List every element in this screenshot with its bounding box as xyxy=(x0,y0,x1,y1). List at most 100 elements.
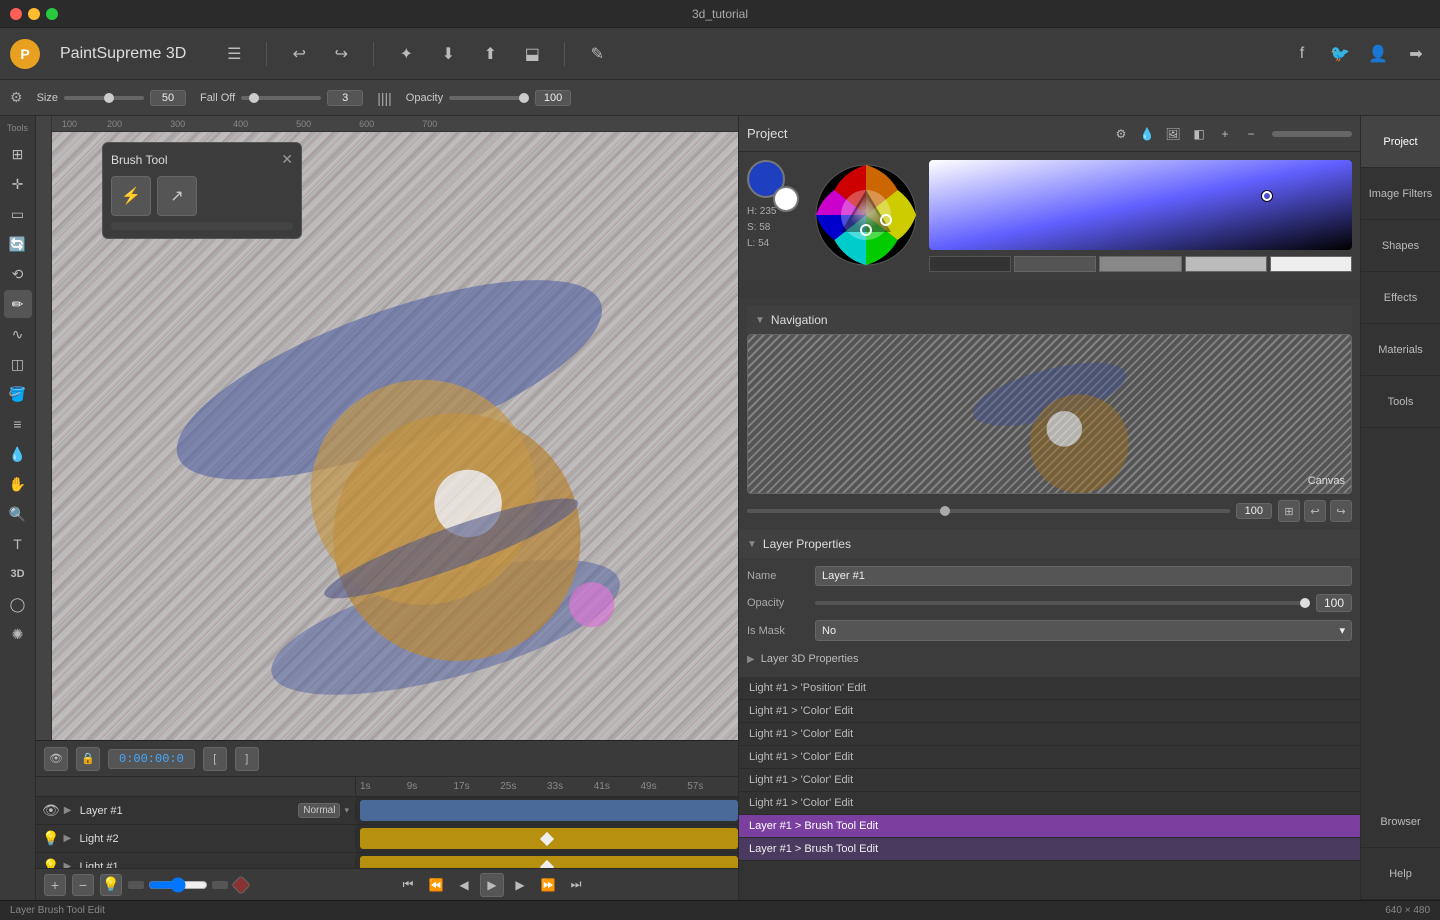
tab-materials[interactable]: Materials xyxy=(1361,324,1440,376)
layer-3d-row[interactable]: ▶ Layer 3D Properties xyxy=(747,649,1352,669)
pan-tool[interactable]: ✋ xyxy=(4,470,32,498)
tab-tools[interactable]: Tools xyxy=(1361,376,1440,428)
lightness-bar[interactable] xyxy=(929,160,1352,250)
nav-preview[interactable]: Canvas xyxy=(747,334,1352,494)
timecode-display[interactable]: 0:00:00:0 xyxy=(108,749,195,769)
history-item-4[interactable]: Light #1 > 'Color' Edit xyxy=(739,746,1360,769)
step-forward-button[interactable]: ⏩ xyxy=(536,873,560,897)
easing-slider[interactable] xyxy=(148,877,208,893)
transform-button[interactable]: ✦ xyxy=(392,40,420,68)
move-tool[interactable]: ✛ xyxy=(4,170,32,198)
lock-toggle[interactable]: 🔒 xyxy=(76,747,100,771)
layer-2-expand[interactable]: ▶ xyxy=(63,833,75,844)
swatch-lighter[interactable] xyxy=(1185,256,1267,272)
color-wheel[interactable] xyxy=(811,160,921,270)
swatch-light[interactable] xyxy=(1099,256,1181,272)
layer-2-track[interactable] xyxy=(356,825,738,852)
history-item-8[interactable]: Layer #1 > Brush Tool Edit xyxy=(739,838,1360,861)
tab-effects[interactable]: Effects xyxy=(1361,272,1440,324)
tab-project[interactable]: Project xyxy=(1361,116,1440,168)
swatch-mid[interactable] xyxy=(1014,256,1096,272)
history-item-3[interactable]: Light #1 > 'Color' Edit xyxy=(739,723,1360,746)
swatch-dark[interactable] xyxy=(929,256,1011,272)
brush-mode-btn-2[interactable]: ↗ xyxy=(157,176,197,216)
resize-button[interactable]: ⬓ xyxy=(518,40,546,68)
visibility-toggle[interactable]: 👁 xyxy=(44,747,68,771)
nav-redo-btn[interactable]: ↪ xyxy=(1330,500,1352,522)
history-item-6[interactable]: Light #1 > 'Color' Edit xyxy=(739,792,1360,815)
is-mask-select[interactable]: No ▾ xyxy=(815,620,1352,641)
go-to-start-button[interactable]: ⏮ xyxy=(396,873,420,897)
minimize-button[interactable] xyxy=(28,8,40,20)
fill-tool[interactable]: 🪣 xyxy=(4,380,32,408)
remove-layer-button[interactable]: − xyxy=(72,874,94,896)
nav-zoom-slider[interactable] xyxy=(747,509,1230,513)
undo-button[interactable]: ↩ xyxy=(285,40,313,68)
add-light-button[interactable]: 💡 xyxy=(100,874,122,896)
eyedropper-tool[interactable]: 💧 xyxy=(4,440,32,468)
popup-close-button[interactable]: ✕ xyxy=(281,151,293,168)
layer-3-vis[interactable]: 💡 xyxy=(42,858,59,868)
next-frame-button[interactable]: ▶ xyxy=(508,873,532,897)
layer-1-expand[interactable]: ▶ xyxy=(64,805,76,816)
history-item-2[interactable]: Light #1 > 'Color' Edit xyxy=(739,700,1360,723)
brush-tool[interactable]: ✏ xyxy=(4,290,32,318)
size-slider[interactable] xyxy=(64,96,144,100)
select-tool[interactable]: ▭ xyxy=(4,200,32,228)
layer-opacity-slider[interactable] xyxy=(815,601,1310,605)
brush-mode-btn-1[interactable]: ⚡ xyxy=(111,176,151,216)
secondary-color-swatch[interactable] xyxy=(773,186,799,212)
history-item-7[interactable]: Layer #1 > Brush Tool Edit xyxy=(739,815,1360,838)
layer-3-track[interactable] xyxy=(356,853,738,868)
eraser-tool[interactable]: ◫ xyxy=(4,350,32,378)
tab-image-filters[interactable]: Image Filters xyxy=(1361,168,1440,220)
logout-icon[interactable]: ➡ xyxy=(1402,40,1430,68)
facebook-icon[interactable]: f xyxy=(1288,40,1316,68)
history-item-1[interactable]: Light #1 > 'Position' Edit xyxy=(739,677,1360,700)
layer-props-header[interactable]: ▼ Layer Properties xyxy=(739,530,1360,558)
tab-browser[interactable]: Browser xyxy=(1361,796,1440,848)
add-layer-button[interactable]: + xyxy=(44,874,66,896)
tab-shapes[interactable]: Shapes xyxy=(1361,220,1440,272)
layer-opacity-value[interactable]: 100 xyxy=(1316,594,1352,612)
history-item-5[interactable]: Light #1 > 'Color' Edit xyxy=(739,769,1360,792)
nav-undo-btn[interactable]: ↩ xyxy=(1304,500,1326,522)
layer-tool[interactable]: ≡ xyxy=(4,410,32,438)
redo-button[interactable]: ↪ xyxy=(327,40,355,68)
twitter-icon[interactable]: 🐦 xyxy=(1326,40,1354,68)
water-btn[interactable]: 💧 xyxy=(1136,123,1158,145)
move-down-button[interactable]: ⬇ xyxy=(434,40,462,68)
remove-btn2[interactable]: − xyxy=(1240,123,1262,145)
layers-btn[interactable]: ◧ xyxy=(1188,123,1210,145)
opacity-slider[interactable] xyxy=(449,96,529,100)
zoom-bar[interactable] xyxy=(1272,131,1352,137)
go-to-end-button[interactable]: ⏭ xyxy=(564,873,588,897)
layer-name-input[interactable] xyxy=(815,566,1352,586)
settings-btn[interactable]: ⚙ xyxy=(1110,123,1132,145)
shape-tool[interactable]: ◯ xyxy=(4,590,32,618)
canvas-inner[interactable]: Brush Tool ✕ ⚡ ↗ xyxy=(52,132,738,740)
brush-options-button[interactable]: ✎ xyxy=(583,40,611,68)
falloff-value[interactable]: 3 xyxy=(327,90,363,106)
zoom-tool[interactable]: 🔍 xyxy=(4,500,32,528)
3d-tool[interactable]: 3D xyxy=(4,560,32,588)
close-button[interactable] xyxy=(10,8,22,20)
layer-3-expand[interactable]: ▶ xyxy=(63,861,75,868)
step-back-button[interactable]: ⏪ xyxy=(424,873,448,897)
falloff-slider[interactable] xyxy=(241,96,321,100)
text-tool[interactable]: T xyxy=(4,530,32,558)
account-icon[interactable]: 👤 xyxy=(1364,40,1392,68)
nav-fit-btn[interactable]: ⊞ xyxy=(1278,500,1300,522)
add-btn2[interactable]: + xyxy=(1214,123,1236,145)
select-all-tool[interactable]: ⊞ xyxy=(4,140,32,168)
opacity-value[interactable]: 100 xyxy=(535,90,571,106)
play-button[interactable]: ▶ xyxy=(480,873,504,897)
hamburger-menu-button[interactable]: ☰ xyxy=(220,40,248,68)
swatch-white[interactable] xyxy=(1270,256,1352,272)
move-up-button[interactable]: ⬆ xyxy=(476,40,504,68)
bracket-out[interactable]: ] xyxy=(235,747,259,771)
lasso-tool[interactable]: 🔄 xyxy=(4,230,32,258)
maximize-button[interactable] xyxy=(46,8,58,20)
image-btn[interactable]: 🖼 xyxy=(1162,123,1184,145)
bracket-in[interactable]: [ xyxy=(203,747,227,771)
